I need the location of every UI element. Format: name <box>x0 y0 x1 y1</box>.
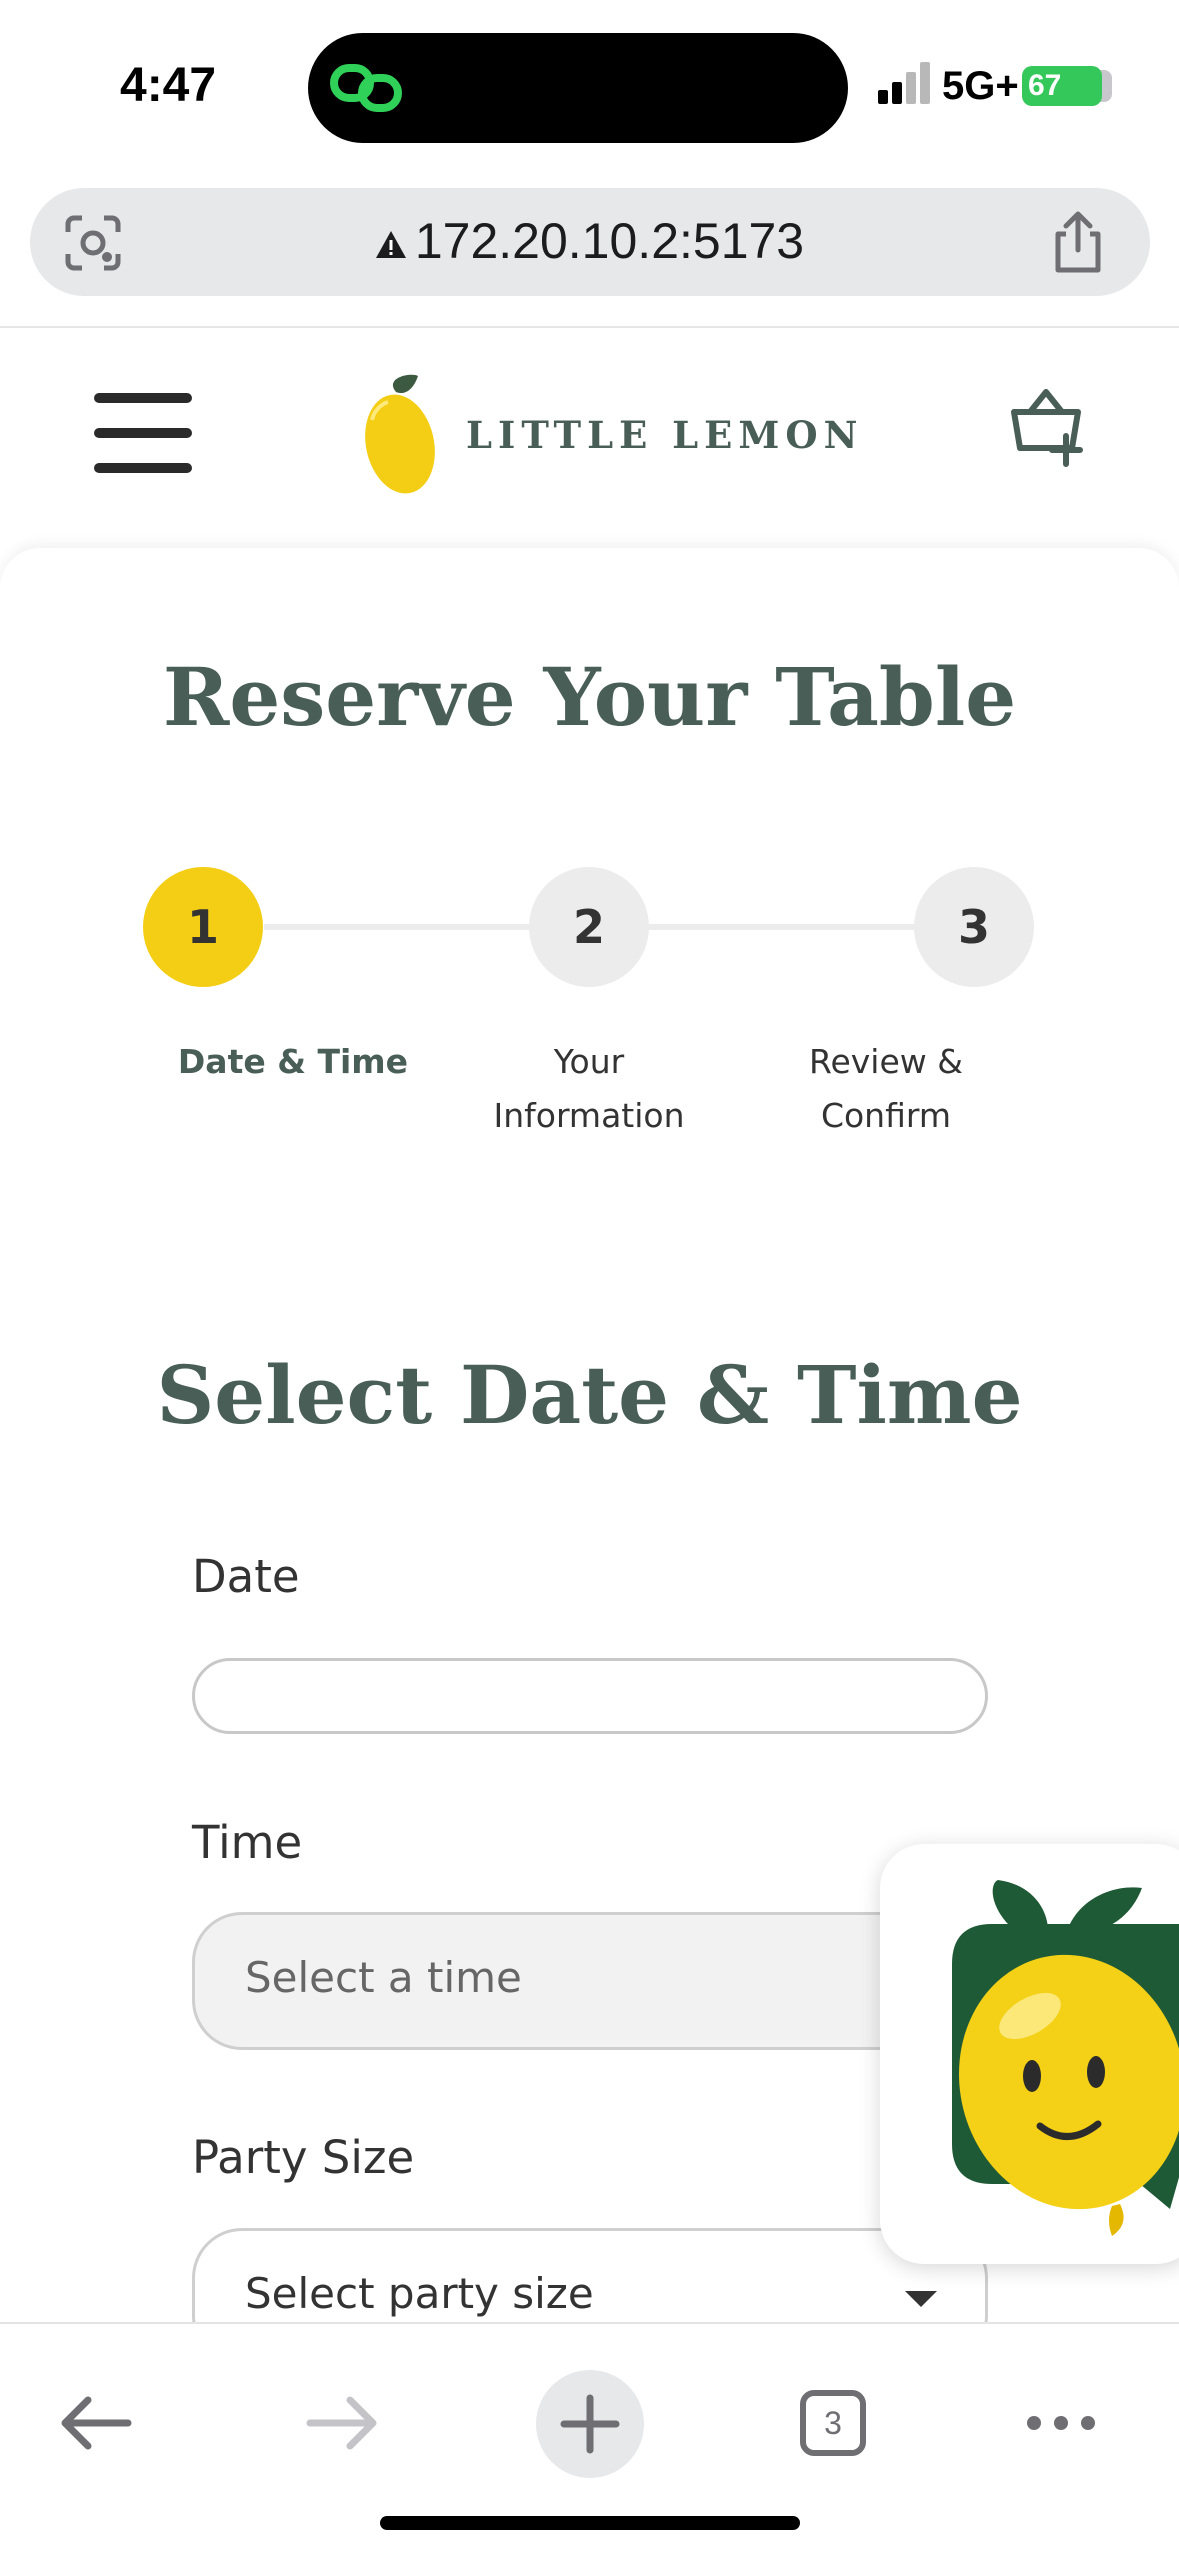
network-type: 5G+ <box>942 64 1019 108</box>
step-connector <box>264 924 534 930</box>
status-time: 4:47 <box>120 59 217 112</box>
step-3-indicator[interactable]: 3 <box>914 867 1034 987</box>
step-2-label-line1: Your <box>553 1042 625 1081</box>
chat-assistant-widget[interactable] <box>880 1844 1179 2264</box>
step-1-indicator[interactable]: 1 <box>143 867 263 987</box>
link-activity-icon <box>330 64 402 112</box>
lemon-mascot-icon <box>952 1880 1179 2236</box>
chevron-down-icon <box>905 2291 937 2307</box>
step-2-indicator[interactable]: 2 <box>529 867 649 987</box>
step-2-label: Your Information <box>439 1035 739 1143</box>
tabs-icon[interactable]: 3 <box>800 2390 866 2456</box>
time-label: Time <box>192 1816 303 1869</box>
step-connector <box>648 924 918 930</box>
time-select-placeholder: Select a time <box>245 1953 522 2002</box>
step-2-label-line2: Information <box>493 1096 685 1135</box>
more-icon[interactable] <box>1024 2410 1098 2436</box>
back-arrow-icon[interactable] <box>58 2392 134 2454</box>
battery-level: 67 <box>1022 66 1102 106</box>
party-size-label: Party Size <box>192 2131 415 2184</box>
cart-add-icon[interactable] <box>1006 386 1088 468</box>
page-title: Reserve Your Table <box>162 650 1017 744</box>
share-icon[interactable] <box>1046 210 1110 276</box>
step-3-label-line1: Review & <box>809 1042 963 1081</box>
new-tab-icon <box>560 2394 620 2454</box>
forward-arrow-icon[interactable] <box>304 2392 380 2454</box>
date-input[interactable] <box>192 1658 988 1734</box>
url-display[interactable]: 172.20.10.2:5173 <box>0 212 1179 270</box>
lemon-logo-icon[interactable] <box>362 370 444 498</box>
home-indicator <box>380 2516 800 2530</box>
section-title: Select Date & Time <box>156 1348 1023 1442</box>
step-3-label-line2: Confirm <box>820 1096 952 1135</box>
time-select[interactable]: Select a time <box>192 1912 988 2050</box>
step-1-label: Date & Time <box>177 1042 409 1081</box>
party-size-placeholder: Select party size <box>245 2269 594 2318</box>
new-tab-button[interactable] <box>536 2370 644 2478</box>
date-label: Date <box>192 1550 300 1603</box>
url-text: 172.20.10.2:5173 <box>414 213 805 269</box>
step-3-label: Review & Confirm <box>736 1035 1036 1143</box>
brand-name[interactable]: LITTLE LEMON <box>466 413 863 457</box>
warning-icon <box>375 230 406 258</box>
signal-icon <box>878 62 930 104</box>
hamburger-menu-icon[interactable] <box>94 393 192 473</box>
